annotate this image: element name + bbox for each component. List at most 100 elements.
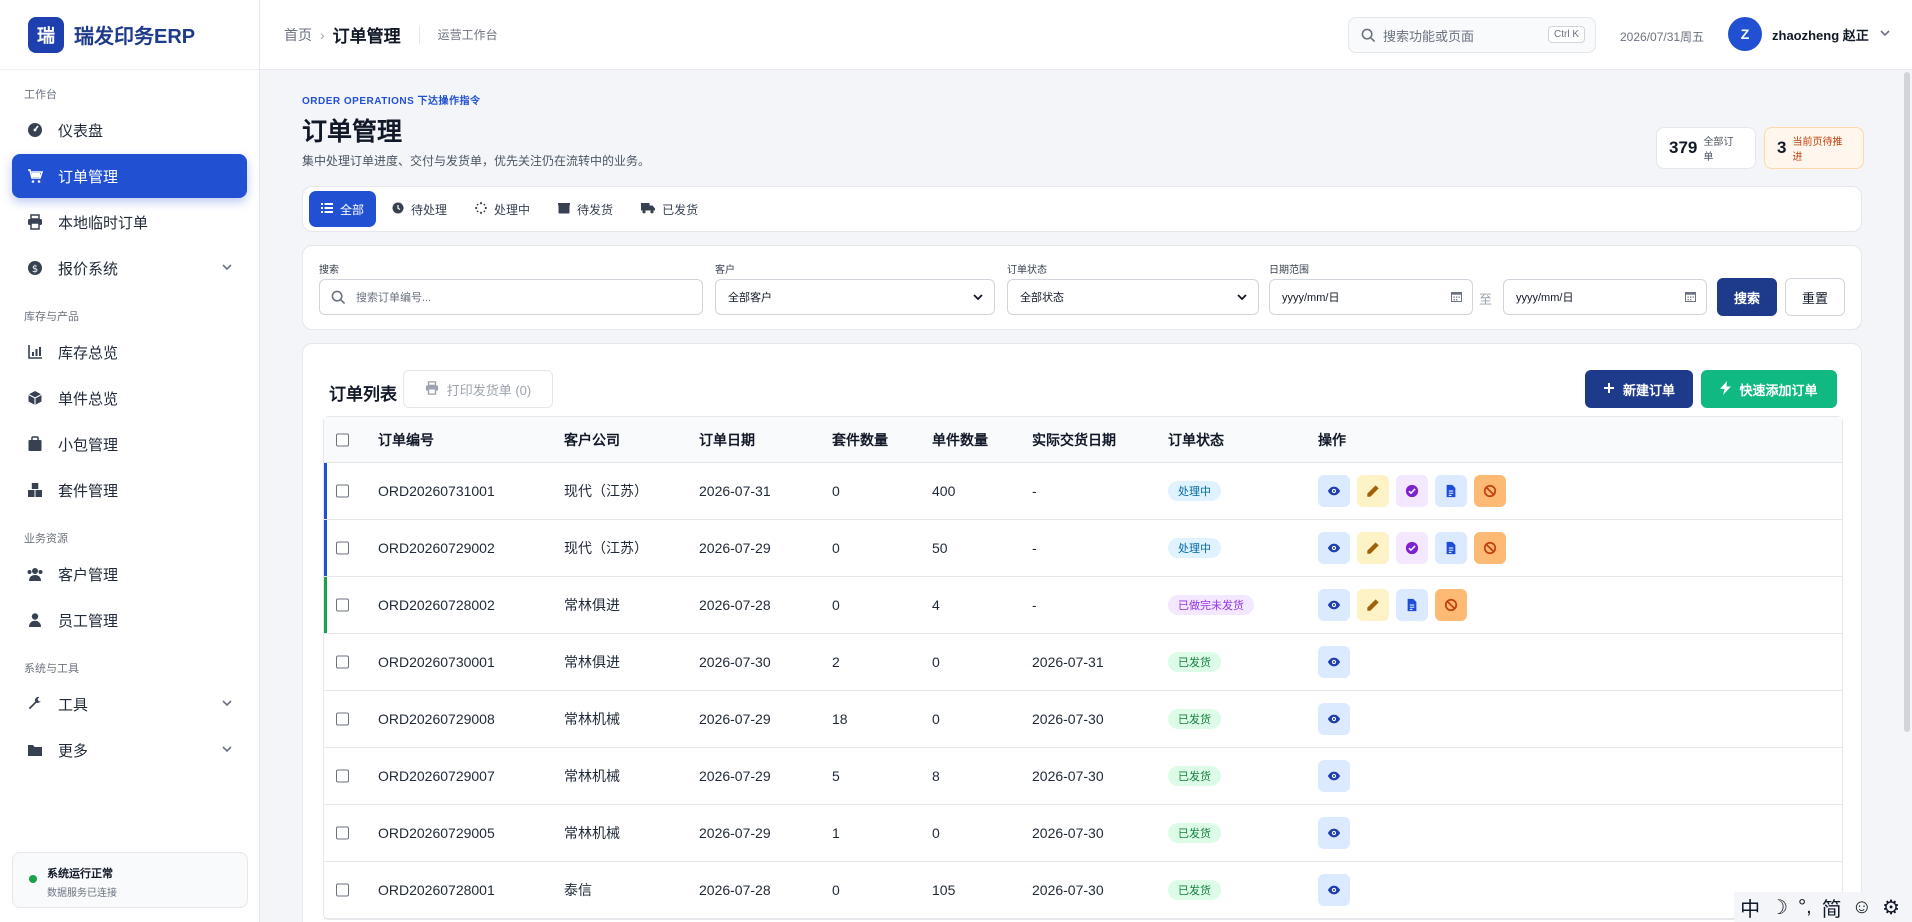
sidebar-item-quotes[interactable]: $ 报价系统	[12, 246, 247, 290]
edit-button[interactable]	[1357, 532, 1389, 564]
tab-label: 待发货	[577, 202, 614, 217]
table-row[interactable]: ORD20260728002 常林俱进 2026-07-28 0 4 - 已做完未发货	[324, 577, 1842, 634]
new-order-button[interactable]: 新建订单	[1585, 370, 1693, 408]
print-delivery-button[interactable]: 打印发货单 (0)	[403, 370, 553, 408]
table-row[interactable]: ORD20260729008 常林机械 2026-07-29 18 0 2026-07-3…	[324, 691, 1842, 748]
user-menu[interactable]: Z zhaozheng 赵正	[1728, 17, 1891, 51]
header-kit-qty[interactable]: 套件数量	[832, 430, 888, 450]
row-checkbox[interactable]	[336, 883, 349, 897]
table-row[interactable]: ORD20260729002 现代（江苏） 2026-07-29 0 50 - 处理中	[324, 520, 1842, 577]
sidebar-item-label: 库存总览	[58, 344, 119, 362]
customer-select[interactable]: 全部客户	[715, 279, 995, 315]
view-button[interactable]	[1318, 703, 1350, 735]
tab-all[interactable]: 全部	[309, 191, 377, 227]
sidebar-item-orders[interactable]: 订单管理	[12, 154, 247, 198]
sidebar-item-more[interactable]: 更多	[12, 728, 247, 772]
confirm-button[interactable]	[1396, 532, 1428, 564]
gear-icon[interactable]: ⚙	[1882, 895, 1900, 920]
row-checkbox[interactable]	[336, 655, 349, 669]
topbar: 首页 › 订单管理 运营工作台 搜索功能或页面 Ctrl K 2026/07/3…	[260, 0, 1912, 70]
view-button[interactable]	[1318, 760, 1350, 792]
order-search-placeholder: 搜索订单编号...	[356, 292, 432, 304]
sidebar-item-packages[interactable]: 小包管理	[12, 422, 247, 466]
view-button[interactable]	[1318, 475, 1350, 507]
customer-label: 客户	[715, 265, 735, 276]
calendar-icon[interactable]	[1685, 291, 1696, 305]
select-all-checkbox[interactable]	[336, 433, 349, 446]
tab-processing[interactable]: 处理中	[463, 191, 542, 227]
sidebar-item-customers[interactable]: 客户管理	[12, 552, 247, 596]
order-search-input[interactable]: 搜索订单编号...	[319, 279, 703, 315]
quick-add-order-button[interactable]: 快速添加订单	[1701, 370, 1837, 408]
date-to-value: yyyy/mm/日	[1516, 292, 1574, 304]
table-row[interactable]: ORD20260730001 常林俱进 2026-07-30 2 0 2026-07-31…	[324, 634, 1842, 691]
eye-icon	[1327, 655, 1341, 669]
cell-order-id: ORD20260729005	[378, 825, 495, 841]
cell-unit-qty: 0	[932, 711, 940, 727]
emoji-icon[interactable]: ☺	[1852, 896, 1872, 919]
sidebar-item-units[interactable]: 单件总览	[12, 376, 247, 420]
sidebar-item-tools[interactable]: 工具	[12, 682, 247, 726]
view-button[interactable]	[1318, 532, 1350, 564]
header-status[interactable]: 订单状态	[1168, 430, 1224, 450]
header-order-id[interactable]: 订单编号	[378, 430, 434, 450]
date-to-input[interactable]: yyyy/mm/日	[1503, 279, 1707, 315]
search-button[interactable]: 搜索	[1717, 278, 1777, 316]
sidebar-item-kits[interactable]: 套件管理	[12, 468, 247, 512]
table-row[interactable]: ORD20260731001 现代（江苏） 2026-07-31 0 400 - 处理中	[324, 463, 1842, 520]
cancel-order-button[interactable]	[1474, 475, 1506, 507]
table-row[interactable]: ORD20260728001 泰信 2026-07-28 0 105 2026-07-30…	[324, 862, 1842, 919]
view-button[interactable]	[1318, 589, 1350, 621]
header-unit-qty[interactable]: 单件数量	[932, 430, 988, 450]
brand[interactable]: 瑞 瑞发印务ERP	[0, 0, 259, 70]
sidebar-item-label: 小包管理	[58, 436, 119, 454]
cell-customer: 常林俱进	[564, 654, 620, 670]
box-icon	[26, 389, 44, 407]
table-row[interactable]: ORD20260729005 常林机械 2026-07-29 1 0 2026-07-30…	[324, 805, 1842, 862]
row-checkbox[interactable]	[336, 541, 349, 555]
status-dot	[29, 875, 37, 883]
page-scrollbar[interactable]	[1904, 72, 1910, 732]
breadcrumb-home[interactable]: 首页	[284, 25, 312, 45]
view-button[interactable]	[1318, 646, 1350, 678]
delivery-note-button[interactable]	[1396, 589, 1428, 621]
pencil-icon	[1366, 541, 1380, 555]
calendar-icon[interactable]	[1451, 291, 1462, 305]
row-checkbox[interactable]	[336, 598, 349, 612]
row-checkbox[interactable]	[336, 826, 349, 840]
user-icon	[26, 611, 44, 629]
header-customer[interactable]: 客户公司	[564, 430, 620, 450]
row-checkbox[interactable]	[336, 769, 349, 783]
tab-pending[interactable]: 待处理	[380, 191, 459, 227]
moon-icon[interactable]: ☽	[1770, 895, 1788, 920]
edit-button[interactable]	[1357, 475, 1389, 507]
cancel-order-button[interactable]	[1474, 532, 1506, 564]
date-range-label: 日期范围	[1269, 265, 1309, 276]
row-checkbox[interactable]	[336, 712, 349, 726]
tab-to-ship[interactable]: 待发货	[546, 191, 625, 227]
reset-button[interactable]: 重置	[1785, 278, 1845, 316]
table-row[interactable]: ORD20260729007 常林机械 2026-07-29 5 8 2026-07-30…	[324, 748, 1842, 805]
date-from-input[interactable]: yyyy/mm/日	[1269, 279, 1473, 315]
sidebar-item-inventory[interactable]: 库存总览	[12, 330, 247, 374]
view-button[interactable]	[1318, 874, 1350, 906]
header-order-date[interactable]: 订单日期	[699, 430, 755, 450]
sidebar-item-staff[interactable]: 员工管理	[12, 598, 247, 642]
confirm-button[interactable]	[1396, 475, 1428, 507]
tab-shipped[interactable]: 已发货	[629, 191, 710, 227]
ime-language-toggle[interactable]: 中	[1740, 893, 1760, 922]
punctuation-toggle[interactable]: °,	[1798, 896, 1812, 919]
row-checkbox[interactable]	[336, 484, 349, 498]
cancel-order-button[interactable]	[1435, 589, 1467, 621]
global-search-input[interactable]: 搜索功能或页面 Ctrl K	[1348, 17, 1596, 53]
header-delivery-date[interactable]: 实际交货日期	[1032, 430, 1116, 450]
edit-button[interactable]	[1357, 589, 1389, 621]
simplified-toggle[interactable]: 简	[1822, 893, 1842, 922]
sidebar-item-local-orders[interactable]: 本地临时订单	[12, 200, 247, 244]
sidebar-item-dashboard[interactable]: 仪表盘	[12, 108, 247, 152]
view-button[interactable]	[1318, 817, 1350, 849]
status-select[interactable]: 全部状态	[1007, 279, 1259, 315]
delivery-note-button[interactable]	[1435, 532, 1467, 564]
cell-customer: 常林机械	[564, 768, 620, 784]
delivery-note-button[interactable]	[1435, 475, 1467, 507]
